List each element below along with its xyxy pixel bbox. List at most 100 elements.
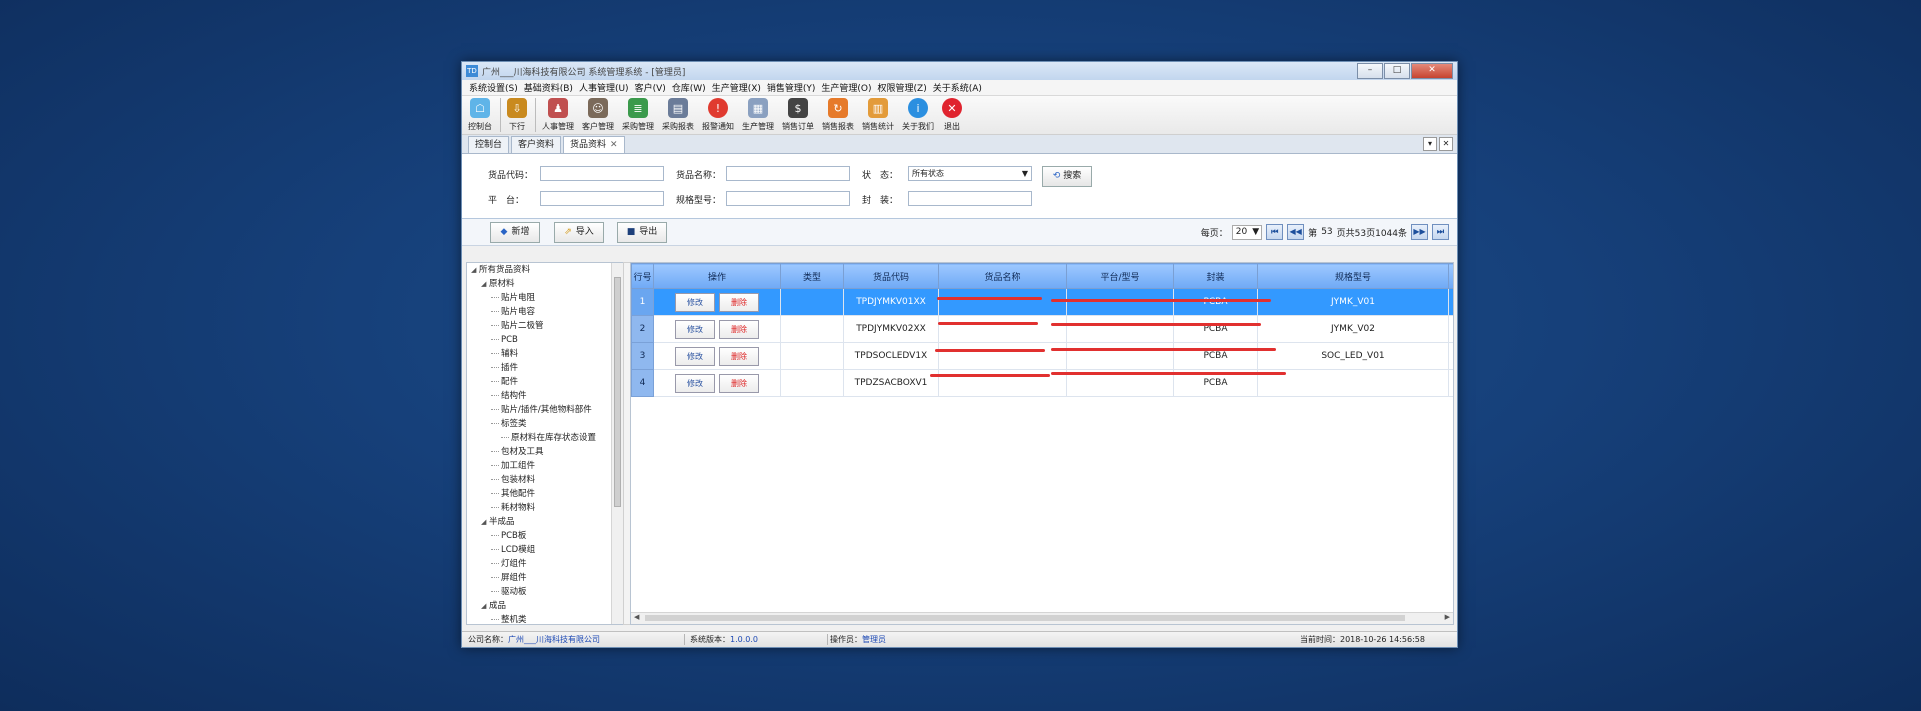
tab-products[interactable]: 货品资料 ✕ (563, 136, 625, 153)
menu-item-system[interactable]: 系统设置(S) (466, 81, 521, 94)
menu-item-warehouse[interactable]: 仓库(W) (669, 81, 709, 94)
tree-node[interactable]: ◢ 成品 (467, 599, 623, 613)
first-page-icon[interactable]: ⏮ (1266, 224, 1284, 240)
tree-node[interactable]: ◢ 所有货品资料 (467, 263, 623, 277)
column-header[interactable]: 封装 (1173, 263, 1258, 289)
next-page-icon[interactable]: ▶▶ (1411, 224, 1428, 240)
close-button[interactable]: ✕ (1411, 63, 1453, 79)
toolbar-button[interactable]: ! 报警通知 (702, 96, 734, 132)
tree-node[interactable]: 驱动板 (467, 585, 623, 599)
expand-icon[interactable]: ◢ (481, 277, 489, 291)
menu-item-hr[interactable]: 人事管理(U) (576, 81, 632, 94)
scroll-right-icon[interactable]: ▶ (1445, 613, 1450, 621)
search-button[interactable]: ⟲ 搜索 (1042, 166, 1092, 187)
scroll-thumb[interactable] (614, 277, 621, 507)
tab-list-icon[interactable]: ▾ (1423, 137, 1437, 151)
tab-console[interactable]: 控制台 (468, 136, 510, 153)
title-bar[interactable]: TD 广州___川海科技有限公司 系统管理系统 - [管理员] – □ ✕ (462, 62, 1457, 80)
toolbar-button[interactable]: ♟ 人事管理 (542, 96, 574, 132)
tree-node[interactable]: LCD模组 (467, 543, 623, 557)
tree-node[interactable]: 结构件 (467, 389, 623, 403)
tree-node[interactable]: 标签类 (467, 417, 623, 431)
tree-node[interactable]: 整机类 (467, 613, 623, 624)
tree-node[interactable]: 包材及工具 (467, 445, 623, 459)
menu-item-sales[interactable]: 销售管理(Y) (764, 81, 819, 94)
maximize-button[interactable]: □ (1384, 63, 1410, 79)
import-button[interactable]: ⇗ 导入 (554, 222, 604, 243)
package-input[interactable] (908, 191, 1032, 206)
delete-button[interactable]: 删除 (719, 373, 759, 393)
table-row[interactable]: 1修改删除TPDJYMKV01XXPCBAJYMK_V01PCS1 (631, 288, 1453, 316)
column-header[interactable]: 规格型号 (1257, 263, 1449, 289)
menu-item-production[interactable]: 生产管理(X) (709, 81, 764, 94)
menu-item-basic[interactable]: 基础资料(B) (521, 81, 576, 94)
tree-node[interactable]: PCB板 (467, 529, 623, 543)
scroll-thumb[interactable] (645, 615, 1405, 621)
grid-hscrollbar[interactable]: ◀ ▶ (631, 612, 1453, 624)
spec-input[interactable] (726, 191, 850, 206)
tree-node[interactable]: 配件 (467, 375, 623, 389)
tree-node[interactable]: 灯组件 (467, 557, 623, 571)
page-number[interactable]: 53 (1321, 227, 1332, 237)
toolbar-button[interactable]: ↻ 销售报表 (822, 96, 854, 132)
expand-icon[interactable]: ◢ (481, 599, 489, 613)
tree-node[interactable]: 贴片电阻 (467, 291, 623, 305)
column-header[interactable]: 平台/型号 (1066, 263, 1174, 289)
delete-button[interactable]: 删除 (719, 319, 759, 339)
menu-item-permission[interactable]: 权限管理(Z) (875, 81, 930, 94)
toolbar-button[interactable]: i 关于我们 (902, 96, 934, 132)
toolbar-button[interactable]: ☺ 客户管理 (582, 96, 614, 132)
column-header[interactable]: 行号 (631, 263, 654, 289)
scroll-left-icon[interactable]: ◀ (634, 613, 639, 621)
tree-node[interactable]: ◢ 原材料 (467, 277, 623, 291)
toolbar-button[interactable]: ▤ 采购报表 (662, 96, 694, 132)
add-button[interactable]: ◆ 新增 (490, 222, 540, 243)
column-header[interactable]: 货品名称 (938, 263, 1067, 289)
toolbar-button[interactable]: ⇩ 下行 (507, 96, 527, 132)
expand-icon[interactable]: ◢ (481, 515, 489, 529)
edit-button[interactable]: 修改 (675, 373, 715, 393)
menu-item-production2[interactable]: 生产管理(O) (818, 81, 874, 94)
page-size-select[interactable]: 20 ▼ (1231, 224, 1263, 240)
toolbar-button[interactable]: ▥ 销售统计 (862, 96, 894, 132)
tree-node[interactable]: 原材料在库存状态设置 (467, 431, 623, 445)
tree-node[interactable]: 贴片电容 (467, 305, 623, 319)
name-input[interactable] (726, 166, 850, 181)
column-header[interactable]: 货品代码 (843, 263, 939, 289)
table-row[interactable]: 3修改删除TPDSOCLEDV1XPCBASOC_LED_V01PCS1 (631, 342, 1453, 370)
edit-button[interactable]: 修改 (675, 319, 715, 339)
status-select[interactable]: 所有状态 ▼ (908, 166, 1032, 181)
tree-node[interactable]: 贴片/插件/其他物料部件 (467, 403, 623, 417)
tab-customers[interactable]: 客户资料 (511, 136, 562, 153)
column-header[interactable]: 操作 (653, 263, 781, 289)
column-header[interactable]: 单位 (1448, 263, 1453, 289)
expand-icon[interactable]: ◢ (471, 263, 479, 277)
tree-node[interactable]: 加工组件 (467, 459, 623, 473)
toolbar-button[interactable]: $ 销售订单 (782, 96, 814, 132)
code-input[interactable] (540, 166, 664, 181)
delete-button[interactable]: 删除 (719, 292, 759, 312)
toolbar-button[interactable]: ☖ 控制台 (468, 96, 492, 132)
edit-button[interactable]: 修改 (675, 346, 715, 366)
toolbar-button[interactable]: ▦ 生产管理 (742, 96, 774, 132)
tree-node[interactable]: PCB (467, 333, 623, 347)
menu-item-about[interactable]: 关于系统(A) (930, 81, 985, 94)
close-all-icon[interactable]: ✕ (1439, 137, 1453, 151)
delete-button[interactable]: 删除 (719, 346, 759, 366)
tree-node[interactable]: 屏组件 (467, 571, 623, 585)
column-header[interactable]: 类型 (780, 263, 844, 289)
prev-page-icon[interactable]: ◀◀ (1287, 224, 1305, 240)
tree-node[interactable]: 耗材物料 (467, 501, 623, 515)
tree-node[interactable]: ◢ 半成品 (467, 515, 623, 529)
tree-scrollbar[interactable] (611, 263, 623, 624)
close-tab-icon[interactable]: ✕ (610, 140, 618, 150)
toolbar-button[interactable]: ≣ 采购管理 (622, 96, 654, 132)
tree-node[interactable]: 其他配件 (467, 487, 623, 501)
table-row[interactable]: 2修改删除TPDJYMKV02XXPCBAJYMK_V02PCS (631, 315, 1453, 343)
edit-button[interactable]: 修改 (675, 292, 715, 312)
platform-input[interactable] (540, 191, 664, 206)
minimize-button[interactable]: – (1357, 63, 1383, 79)
tree-node[interactable]: 包装材料 (467, 473, 623, 487)
menu-item-customer[interactable]: 客户(V) (632, 81, 669, 94)
tree-node[interactable]: 贴片二极管 (467, 319, 623, 333)
